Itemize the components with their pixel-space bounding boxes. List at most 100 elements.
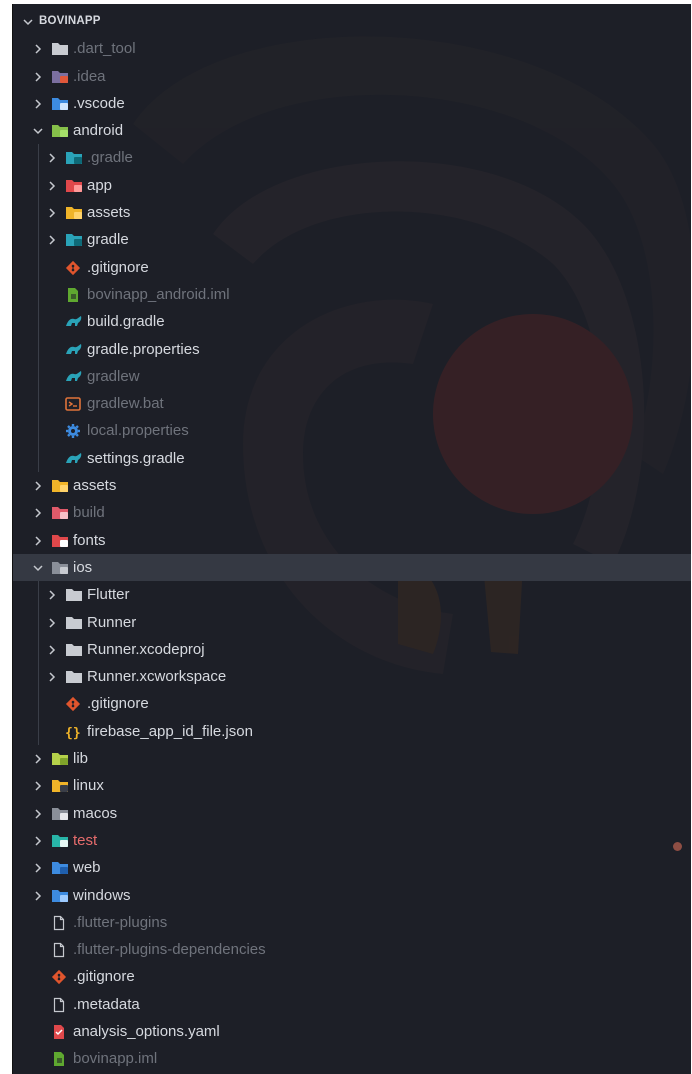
folder-row[interactable]: ios <box>13 553 691 582</box>
folder-label: Flutter <box>87 586 130 604</box>
folder-row[interactable]: test <box>13 827 691 854</box>
android-file-icon <box>51 1045 69 1072</box>
indent-guide <box>38 444 39 473</box>
file-row[interactable]: local.properties <box>13 417 691 445</box>
chevron-down-icon <box>21 8 35 35</box>
file-row[interactable]: bovinapp_android.iml <box>13 280 691 309</box>
indent-guide <box>38 690 39 718</box>
folder-label: app <box>87 176 113 194</box>
folder-row[interactable]: assets <box>13 472 691 499</box>
folder-fonts-icon <box>51 527 69 554</box>
json-icon: {} <box>65 718 83 745</box>
file-row[interactable]: bovinapp.iml <box>13 1045 691 1072</box>
file-label: firebase_app_id_file.json <box>87 722 253 740</box>
file-label: gradlew.bat <box>87 395 164 413</box>
chevron-right-icon[interactable] <box>45 636 59 663</box>
git-icon <box>65 254 83 281</box>
folder-row[interactable]: Flutter <box>13 581 691 609</box>
chevron-down-icon[interactable] <box>31 554 45 581</box>
gradle-icon <box>65 445 83 472</box>
folder-row[interactable]: lib <box>13 745 691 772</box>
chevron-down-icon[interactable] <box>31 117 45 144</box>
folder-gray-icon <box>65 609 83 636</box>
chevron-right-icon[interactable] <box>45 144 59 171</box>
file-label: build.gradle <box>87 313 165 331</box>
folder-row[interactable]: .idea <box>13 63 691 90</box>
file-icon <box>51 909 69 936</box>
file-row[interactable]: .gitignore <box>13 690 691 718</box>
folder-row[interactable]: windows <box>13 882 691 909</box>
chevron-right-icon[interactable] <box>31 772 45 799</box>
folder-row[interactable]: macos <box>13 800 691 827</box>
chevron-right-icon[interactable] <box>31 90 45 117</box>
folder-row[interactable]: web <box>13 854 691 881</box>
file-label: .gitignore <box>87 258 149 276</box>
file-row[interactable]: .flutter-plugins <box>13 909 691 936</box>
file-row[interactable]: gradle.properties <box>13 335 691 363</box>
chevron-right-icon[interactable] <box>45 199 59 226</box>
file-row[interactable]: .gitignore <box>13 963 691 990</box>
chevron-right-icon[interactable] <box>45 609 59 636</box>
file-row[interactable]: settings.gradle <box>13 444 691 473</box>
file-row[interactable]: .flutter-plugins-dependencies <box>13 936 691 963</box>
folder-row[interactable]: app <box>13 171 691 200</box>
folder-row[interactable]: .dart_tool <box>13 35 691 62</box>
chevron-right-icon[interactable] <box>31 63 45 90</box>
file-icon <box>51 936 69 963</box>
chevron-right-icon[interactable] <box>45 581 59 608</box>
folder-gray-icon <box>65 663 83 690</box>
chevron-right-icon[interactable] <box>31 882 45 909</box>
folder-row[interactable]: assets <box>13 199 691 227</box>
folder-row[interactable]: .vscode <box>13 90 691 117</box>
file-label: settings.gradle <box>87 449 185 467</box>
folder-label: Runner <box>87 613 137 631</box>
file-row[interactable]: {} firebase_app_id_file.json <box>13 717 691 746</box>
folder-row[interactable]: .gradle <box>13 144 691 172</box>
chevron-right-icon[interactable] <box>31 35 45 62</box>
chevron-right-icon[interactable] <box>45 172 59 199</box>
folder-gradle-icon <box>65 144 83 171</box>
chevron-right-icon[interactable] <box>31 472 45 499</box>
folder-test-icon <box>51 827 69 854</box>
folder-row[interactable]: Runner.xcodeproj <box>13 635 691 664</box>
file-row[interactable]: analysis_options.yaml <box>13 1018 691 1045</box>
file-label: gradlew <box>87 367 140 385</box>
indent-guide <box>38 144 39 172</box>
gradle-icon <box>65 308 83 335</box>
folder-app-icon <box>65 172 83 199</box>
chevron-right-icon[interactable] <box>31 800 45 827</box>
folder-row[interactable]: linux <box>13 772 691 799</box>
file-row[interactable]: build.gradle <box>13 308 691 336</box>
chevron-right-icon[interactable] <box>31 854 45 881</box>
chevron-right-icon[interactable] <box>31 499 45 526</box>
file-label: bovinapp_android.iml <box>87 285 230 303</box>
chevron-right-icon[interactable] <box>45 226 59 253</box>
folder-android-icon <box>51 117 69 144</box>
folder-label: test <box>73 831 98 849</box>
file-row[interactable]: gradlew.bat <box>13 390 691 418</box>
folder-label: linux <box>73 777 104 795</box>
explorer-root-folder[interactable]: BOVINAPP <box>13 8 691 35</box>
folder-linux-icon <box>51 772 69 799</box>
chevron-right-icon[interactable] <box>31 745 45 772</box>
file-label: bovinapp.iml <box>73 1050 158 1068</box>
android-file-icon <box>65 281 83 308</box>
folder-row[interactable]: Runner <box>13 608 691 636</box>
indent-guide <box>38 663 39 691</box>
folder-row[interactable]: android <box>13 117 691 144</box>
file-row[interactable]: .gitignore <box>13 253 691 281</box>
chevron-right-icon[interactable] <box>31 527 45 554</box>
folder-row[interactable]: gradle <box>13 226 691 254</box>
folder-row[interactable]: Runner.xcworkspace <box>13 663 691 691</box>
indent-guide <box>38 171 39 200</box>
folder-gray-icon <box>51 35 69 62</box>
chevron-right-icon[interactable] <box>31 827 45 854</box>
folder-web-icon <box>51 854 69 881</box>
folder-idea-icon <box>51 63 69 90</box>
file-row[interactable]: .metadata <box>13 991 691 1018</box>
chevron-right-icon[interactable] <box>45 663 59 690</box>
folder-row[interactable]: build <box>13 499 691 526</box>
folder-row[interactable]: fonts <box>13 527 691 554</box>
folder-label: gradle <box>87 231 129 249</box>
file-row[interactable]: gradlew <box>13 362 691 391</box>
